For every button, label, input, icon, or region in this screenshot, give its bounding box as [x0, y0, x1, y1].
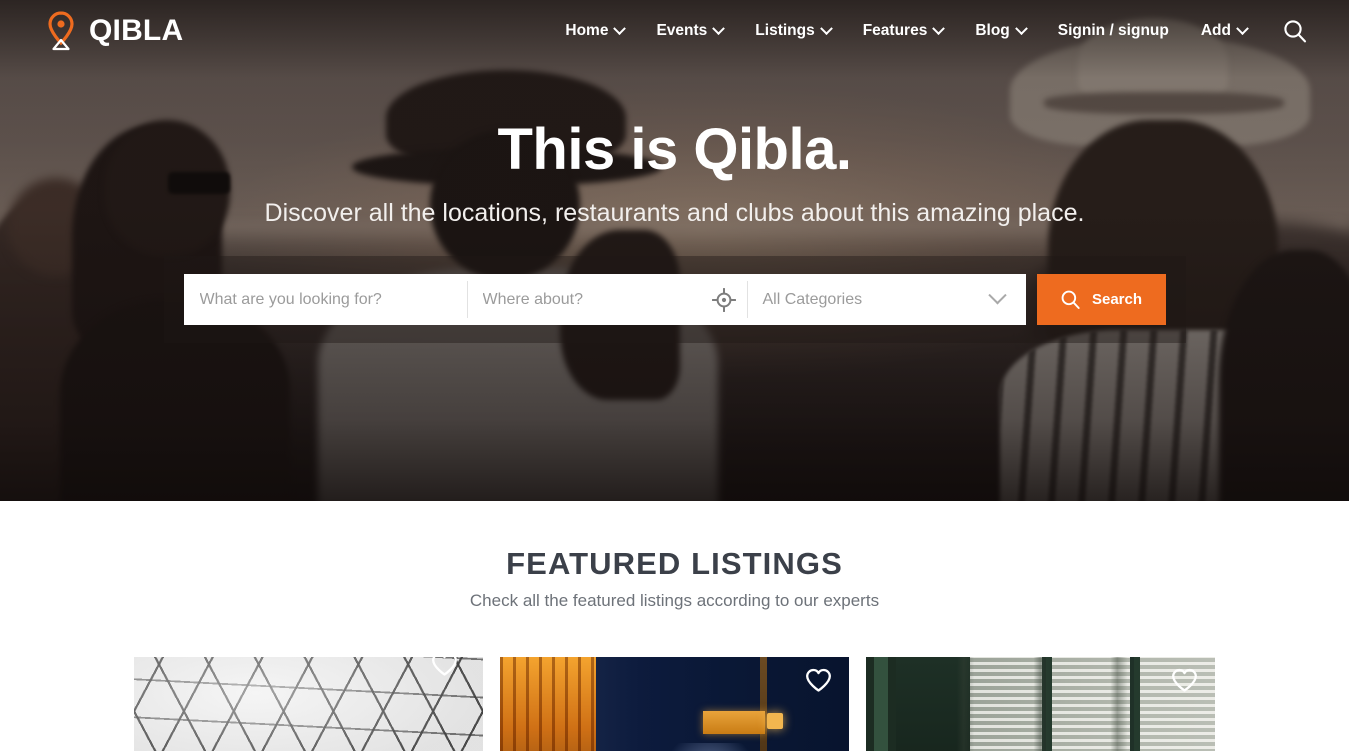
- hero-content: This is Qibla. Discover all the location…: [0, 0, 1349, 501]
- search-icon: [1061, 290, 1080, 309]
- nav-item-add[interactable]: Add: [1185, 16, 1263, 46]
- listing-image: [500, 657, 849, 751]
- heart-outline-icon[interactable]: [431, 657, 458, 677]
- chevron-down-icon: [932, 21, 946, 35]
- nav-label: Features: [862, 22, 928, 39]
- category-selected-value: All Categories: [762, 290, 863, 308]
- nav-item-listings[interactable]: Listings: [739, 16, 846, 46]
- search-submit-label: Search: [1091, 291, 1143, 309]
- heart-outline-icon[interactable]: [805, 668, 832, 693]
- search-location-input[interactable]: [482, 290, 731, 309]
- brand-logo-link[interactable]: QIBLA: [42, 11, 183, 51]
- featured-listings-title: FEATURED LISTINGS: [506, 546, 843, 581]
- listing-image: [866, 657, 1215, 751]
- crosshair-locate-icon[interactable]: [711, 287, 737, 313]
- listing-card[interactable]: [134, 657, 483, 751]
- location-field-wrapper: [466, 274, 747, 326]
- search-fields-group: All Categories: [183, 274, 1026, 326]
- nav-item-features[interactable]: Features: [847, 16, 960, 46]
- nav-label: Home: [565, 22, 609, 39]
- featured-listings-subtitle: Check all the featured listings accordin…: [469, 591, 880, 611]
- nav-item-blog[interactable]: Blog: [959, 16, 1041, 46]
- nav-label: Add: [1200, 22, 1231, 39]
- listing-card[interactable]: [500, 657, 849, 751]
- chevron-down-icon: [1014, 21, 1028, 35]
- header-search-button[interactable]: [1277, 13, 1313, 49]
- nav-label: Blog: [975, 22, 1010, 39]
- nav-item-signin-signup[interactable]: Signin / signup: [1042, 16, 1185, 46]
- main-navigation: Home Events Listings Features Blog Signi: [549, 13, 1313, 49]
- chevron-down-icon: [987, 286, 1007, 305]
- listing-card[interactable]: [866, 657, 1215, 751]
- chevron-down-icon: [1236, 21, 1249, 35]
- map-pin-icon: [42, 11, 80, 51]
- nav-item-events[interactable]: Events: [640, 16, 739, 46]
- hero-section: QIBLA Home Events Listings Features Blog: [0, 0, 1349, 501]
- heart-outline-icon[interactable]: [1171, 668, 1198, 693]
- search-keyword-input[interactable]: [199, 290, 451, 309]
- hero-title: This is Qibla.: [497, 117, 852, 182]
- brand-name: QIBLA: [89, 14, 184, 47]
- chevron-down-icon: [819, 21, 833, 35]
- nav-label: Events: [656, 22, 708, 39]
- search-icon: [1284, 20, 1307, 43]
- featured-listings-grid: [0, 657, 1349, 751]
- site-header: QIBLA Home Events Listings Features Blog: [0, 0, 1349, 62]
- search-submit-button[interactable]: Search: [1036, 274, 1166, 326]
- nav-item-home[interactable]: Home: [549, 16, 640, 46]
- category-select[interactable]: All Categories: [746, 274, 1026, 326]
- featured-listings-section: FEATURED LISTINGS Check all the featured…: [0, 501, 1349, 751]
- keyword-field-wrapper: [183, 274, 467, 326]
- nav-label: Listings: [755, 22, 815, 39]
- chevron-down-icon: [613, 21, 627, 35]
- hero-subtitle: Discover all the locations, restaurants …: [264, 198, 1085, 227]
- chevron-down-icon: [712, 21, 726, 35]
- nav-label: Signin / signup: [1057, 22, 1169, 39]
- hero-search-form: All Categories Search: [163, 256, 1186, 344]
